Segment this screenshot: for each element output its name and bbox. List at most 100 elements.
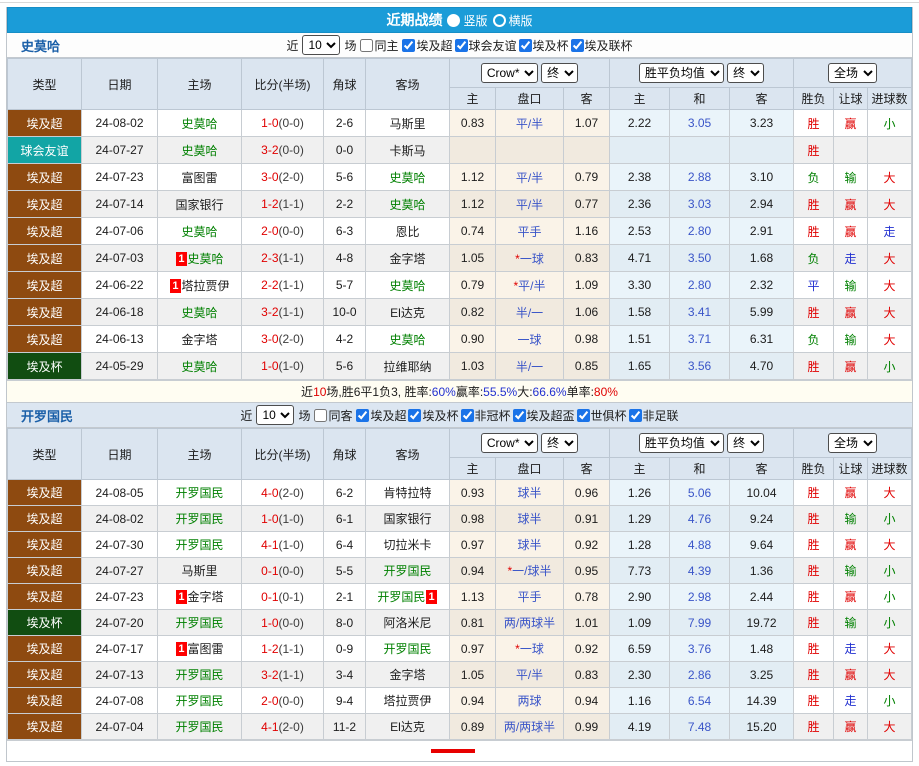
same-venue-checkbox-label[interactable]: 同主 [360, 37, 398, 54]
league-cell: 埃及超 [7, 687, 82, 714]
top-divider [0, 2, 919, 3]
team-name: El达克 [390, 720, 425, 734]
league-checkbox-text: 非足联 [642, 408, 679, 423]
league-checkbox[interactable] [628, 408, 642, 422]
odds-away [728, 136, 795, 164]
summary-segment: 80% [593, 384, 618, 399]
odds-source-select[interactable]: Crow* [480, 433, 538, 453]
result-handicap: 赢 [833, 479, 869, 506]
col-away: 客场 [365, 58, 450, 110]
same-venue-checkbox[interactable] [360, 38, 374, 52]
league-checkbox[interactable] [356, 408, 370, 422]
match-count-select[interactable]: 10 [256, 405, 295, 425]
half-time-score: (1-1) [278, 667, 304, 682]
wdl-final-select[interactable]: 终 [727, 433, 765, 453]
ah-line-cell: 半/一 [495, 298, 564, 326]
date-cell: 24-06-22 [81, 271, 158, 299]
result-handicap: 赢 [833, 713, 869, 740]
league-checkbox-label[interactable]: 埃及杯 [518, 37, 569, 54]
score-cell: 4-1(1-0) [241, 531, 324, 558]
ah-home-odds: 0.90 [449, 325, 496, 353]
half-time-score: (1-1) [278, 305, 304, 319]
date-cell: 24-07-08 [81, 687, 158, 714]
corner-cell: 2-6 [323, 109, 366, 137]
league-checkbox-label[interactable]: 世俱杯 [576, 407, 627, 424]
league-checkbox-label[interactable]: 球会友谊 [454, 37, 517, 54]
col-home: 主场 [157, 58, 242, 110]
league-checkbox-label[interactable]: 非冠杯 [460, 407, 511, 424]
half-time-score: (0-0) [278, 143, 304, 157]
away-team-cell: 开罗国民 [365, 635, 450, 662]
wdl-avg-select[interactable]: 胜平负均值 [638, 433, 724, 453]
home-team-cell: 国家银行 [157, 190, 242, 218]
page-title: 近期战绩 [386, 12, 443, 28]
result-wdl: 平 [793, 271, 835, 299]
away-team-cell: 马斯里 [365, 109, 450, 137]
result-wdl: 负 [793, 325, 835, 353]
wdl-avg-select[interactable]: 胜平负均值 [638, 63, 724, 83]
radio-checked-icon[interactable] [447, 13, 461, 27]
odds-home: 1.51 [609, 325, 670, 353]
odds-draw: 2.80 [669, 217, 730, 245]
league-checkbox-label[interactable]: 埃及超 [356, 407, 406, 424]
date-cell: 24-06-18 [81, 298, 158, 326]
full-time-score: 3-2 [261, 143, 279, 157]
league-checkbox[interactable] [460, 408, 474, 422]
team-rank-badge: 1 [176, 251, 187, 266]
odds-home: 2.53 [609, 217, 670, 245]
match-row: 埃及杯 24-05-29 史莫哈 1-0(1-0) 5-6 拉维耶纳 1.03 半/一 0.85… [7, 352, 912, 380]
league-checkbox-label[interactable]: 埃及超 [402, 37, 453, 54]
wdl-header-cell: 胜平负均值 终 [608, 428, 795, 458]
league-checkbox-text: 世俱杯 [590, 408, 627, 423]
layout-radio-vertical[interactable]: 竖版 [447, 12, 488, 29]
result-wdl: 胜 [793, 713, 835, 740]
ah-home-odds: 1.13 [449, 583, 496, 610]
odds-home: 4.71 [609, 244, 670, 272]
result-wdl: 负 [793, 163, 835, 191]
league-checkbox-label[interactable]: 埃及超盃 [512, 407, 575, 424]
team-rank-badge: 1 [170, 278, 181, 293]
ah-final-select[interactable]: 终 [541, 63, 579, 83]
team-name: 马斯里 [389, 116, 426, 131]
match-count-select[interactable]: 10 [302, 35, 341, 55]
result-handicap: 输 [833, 609, 869, 636]
radio-unchecked-icon[interactable] [492, 13, 506, 27]
league-cell: 埃及超 [7, 190, 82, 218]
league-checkbox[interactable] [454, 38, 468, 52]
ah-line: 两/两球半 [503, 616, 556, 630]
ah-away-odds: 0.98 [563, 325, 610, 353]
league-checkbox-label[interactable]: 埃及杯 [408, 407, 459, 424]
ah-line-cell: 两/两球半 [495, 609, 564, 636]
clipped-red-text [431, 749, 475, 753]
league-checkbox-text: 非冠杯 [474, 408, 511, 423]
league-checkbox[interactable] [512, 408, 526, 422]
scope-select[interactable]: 全场 [828, 63, 877, 83]
summary-segment: 赢率: [455, 385, 484, 399]
league-checkbox[interactable] [576, 408, 590, 422]
date-cell: 24-07-06 [81, 217, 158, 245]
home-team-cell: 开罗国民 [157, 609, 242, 636]
col-ah-away: 客 [563, 457, 610, 480]
full-time-score: 1-0 [261, 116, 279, 130]
same-venue-checkbox[interactable] [314, 408, 328, 422]
league-checkbox-label[interactable]: 埃及联杯 [570, 37, 633, 54]
layout-radio-horizontal[interactable]: 横版 [492, 12, 533, 29]
scope-select[interactable]: 全场 [828, 433, 877, 453]
home-team-cell: 富图雷 [157, 163, 242, 191]
result-handicap [833, 136, 869, 164]
ah-final-select[interactable]: 终 [541, 433, 579, 453]
league-checkbox[interactable] [570, 38, 584, 52]
league-checkbox-label[interactable]: 非足联 [628, 407, 679, 424]
same-venue-checkbox-label[interactable]: 同客 [314, 407, 352, 424]
league-checkbox[interactable] [402, 38, 416, 52]
odds-home: 2.38 [609, 163, 670, 191]
league-checkbox-text: 埃及超 [370, 408, 407, 423]
home-team-cell: 史莫哈 [157, 298, 242, 326]
odds-source-select[interactable]: Crow* [480, 63, 538, 83]
league-checkbox[interactable] [408, 408, 422, 422]
league-checkbox[interactable] [518, 38, 532, 52]
odds-draw: 3.03 [669, 190, 730, 218]
team-name: 国家银行 [175, 197, 224, 212]
result-wdl: 胜 [793, 352, 835, 380]
wdl-final-select[interactable]: 终 [727, 63, 765, 83]
